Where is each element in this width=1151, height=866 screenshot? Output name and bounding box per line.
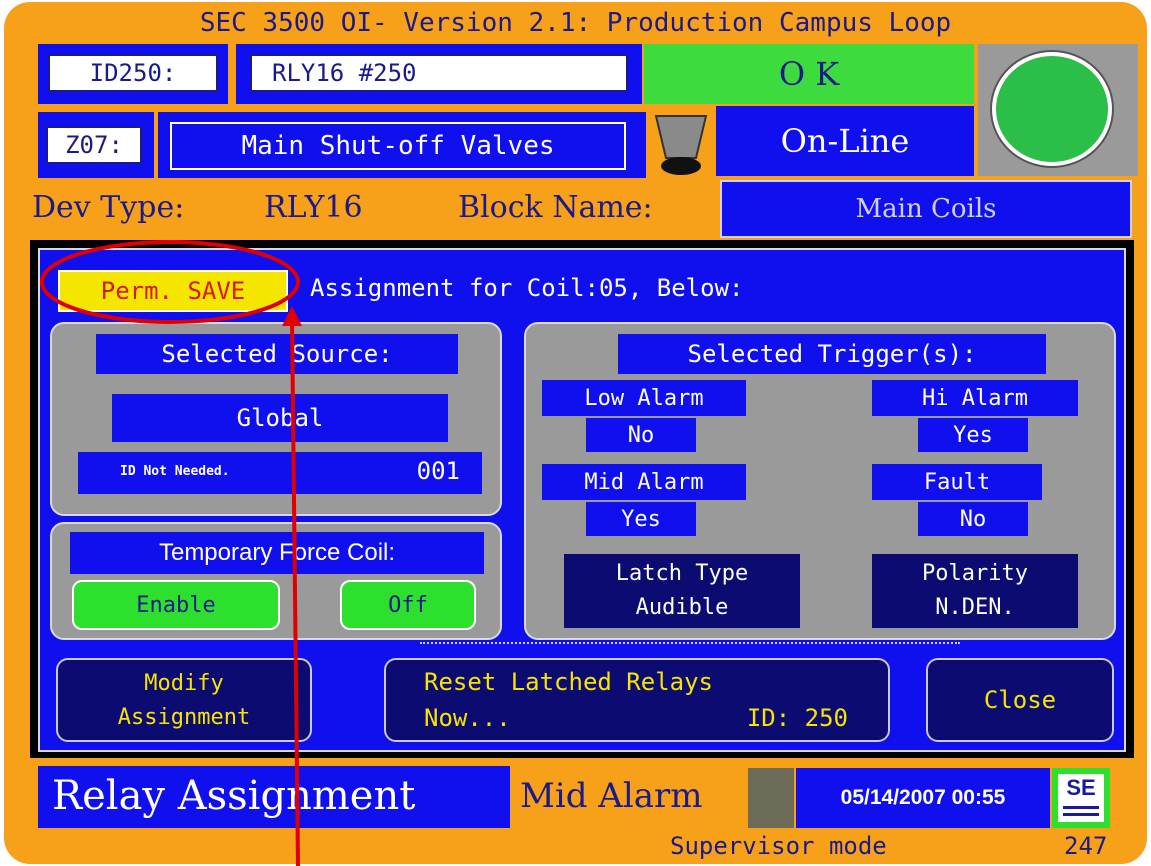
perm-save-button[interactable]: Perm. SAVE xyxy=(58,270,288,312)
alarm-indicator xyxy=(748,768,794,828)
online-status: On-Line xyxy=(716,106,974,176)
main-panel: Perm. SAVE Assignment for Coil:05, Below… xyxy=(38,248,1126,752)
modify-line1: Modify xyxy=(144,670,224,696)
status-lamp-icon xyxy=(992,52,1112,166)
source-id-value: 001 xyxy=(416,457,460,485)
enable-button[interactable]: Enable xyxy=(72,580,280,630)
window-title: SEC 3500 OI- Version 2.1: Production Cam… xyxy=(199,8,952,38)
zone-label-box: Z07: xyxy=(38,112,154,178)
id-label-box: ID250: xyxy=(38,44,228,104)
force-title: Temporary Force Coil: xyxy=(70,532,484,574)
reset-line2: Now... xyxy=(424,704,511,732)
source-title: Selected Source: xyxy=(96,334,458,374)
mode-text: Supervisor mode xyxy=(670,832,887,860)
device-frame: SEC 3500 OI- Version 2.1: Production Cam… xyxy=(4,2,1147,864)
hi-alarm-value[interactable]: Yes xyxy=(918,418,1028,452)
dev-type-value: RLY16 xyxy=(264,190,363,225)
source-id-row[interactable]: ID Not Needed. 001 xyxy=(78,452,482,494)
source-id-note: ID Not Needed. xyxy=(120,464,230,479)
close-button[interactable]: Close xyxy=(926,658,1114,742)
modify-assignment-button[interactable]: Modify Assignment xyxy=(56,658,312,742)
polarity-label: Polarity xyxy=(922,560,1028,586)
off-button[interactable]: Off xyxy=(340,580,476,630)
assignment-heading: Assignment for Coil:05, Below: xyxy=(310,274,744,302)
bell-icon xyxy=(654,115,708,175)
status-ok: O K xyxy=(644,44,974,104)
footer-number: 247 xyxy=(1064,832,1108,860)
id-label: ID250: xyxy=(48,54,218,92)
latch-type-value: Audible xyxy=(635,594,729,620)
latch-type-box[interactable]: Latch Type Audible xyxy=(564,554,800,628)
alarm-text: Mid Alarm xyxy=(520,776,703,816)
force-panel: Temporary Force Coil: Enable Off xyxy=(50,522,502,640)
fault-label: Fault xyxy=(872,464,1042,500)
id-value: RLY16 #250 xyxy=(250,54,628,92)
block-name-value: Main Coils xyxy=(720,180,1132,238)
fault-value[interactable]: No xyxy=(918,502,1028,536)
zone-value-box: Main Shut-off Valves xyxy=(158,112,646,178)
reset-line1: Reset Latched Relays xyxy=(424,668,713,696)
latch-type-label: Latch Type xyxy=(615,560,749,586)
reset-latched-relays-button[interactable]: Reset Latched Relays Now... ID: 250 xyxy=(384,658,890,742)
polarity-box[interactable]: Polarity N.DEN. xyxy=(872,554,1078,628)
zone-value: Main Shut-off Valves xyxy=(170,122,626,170)
mid-alarm-label: Mid Alarm xyxy=(542,464,746,500)
dotted-divider xyxy=(420,642,960,644)
low-alarm-label: Low Alarm xyxy=(542,380,746,416)
logo-text: SE xyxy=(1066,775,1096,800)
reset-id: ID: 250 xyxy=(746,704,848,732)
modify-line2: Assignment xyxy=(117,704,251,730)
status-lamp-panel xyxy=(978,44,1138,176)
source-value[interactable]: Global xyxy=(112,394,448,442)
main-panel-outer: Perm. SAVE Assignment for Coil:05, Below… xyxy=(30,240,1134,758)
hi-alarm-label: Hi Alarm xyxy=(872,380,1078,416)
polarity-value: N.DEN. xyxy=(935,594,1015,620)
block-name-label: Block Name: xyxy=(458,190,653,225)
source-panel: Selected Source: Global ID Not Needed. 0… xyxy=(50,322,502,516)
zone-label: Z07: xyxy=(46,126,142,164)
trigger-panel: Selected Trigger(s): Low Alarm No Hi Ala… xyxy=(524,322,1116,640)
datetime: 05/14/2007 00:55 xyxy=(796,768,1050,828)
dev-type-label: Dev Type: xyxy=(32,190,185,225)
low-alarm-value[interactable]: No xyxy=(586,418,696,452)
id-value-box: RLY16 #250 xyxy=(236,44,642,104)
screen-name: Relay Assignment xyxy=(38,766,510,828)
mid-alarm-value[interactable]: Yes xyxy=(586,502,696,536)
trigger-title: Selected Trigger(s): xyxy=(618,334,1046,374)
sensor-electronics-logo: SE xyxy=(1052,768,1110,828)
